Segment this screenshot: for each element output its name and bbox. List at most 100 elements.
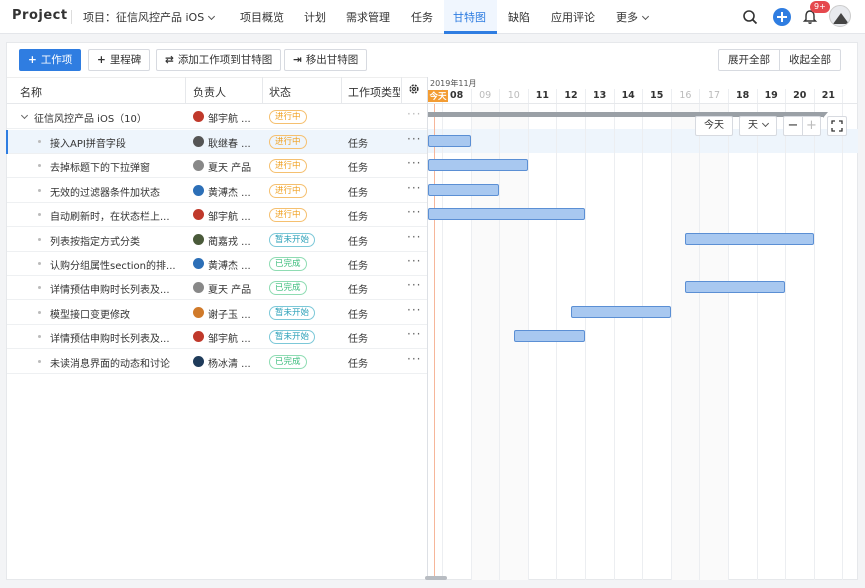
table-row[interactable]: 认购分组属性section的排... 黄溥杰 ... 已完成 任务 ··· bbox=[7, 252, 427, 276]
status-badge[interactable]: 已完成 bbox=[269, 354, 307, 369]
brand-logo[interactable]: Project bbox=[12, 8, 68, 23]
group-row[interactable]: 征信风控产品 iOS（10） 邹宇航 ... 进行中 ··· bbox=[7, 105, 427, 129]
table-row[interactable]: 列表按指定方式分类 蔺嘉戎 ... 暂未开始 任务 ··· bbox=[7, 228, 427, 252]
weekend-column bbox=[700, 104, 729, 580]
task-name[interactable]: 详情预估申购时长列表及... bbox=[50, 330, 180, 345]
more-icon[interactable]: ··· bbox=[407, 254, 421, 268]
more-icon[interactable]: ··· bbox=[407, 107, 421, 121]
status-badge[interactable]: 进行中 bbox=[269, 208, 307, 223]
task-name[interactable]: 未读消息界面的动态和讨论 bbox=[50, 355, 180, 370]
horizontal-scrollbar[interactable] bbox=[425, 576, 447, 580]
status-badge[interactable]: 已完成 bbox=[269, 281, 307, 296]
notification-badge: 9+ bbox=[810, 1, 830, 13]
task-name[interactable]: 自动刷新时，在状态栏上... bbox=[50, 208, 180, 223]
add-work-item-button[interactable]: + 工作项 bbox=[19, 49, 82, 71]
task-bar[interactable] bbox=[513, 330, 585, 343]
task-name[interactable]: 去掉标题下的下拉弹窗 bbox=[50, 159, 180, 174]
task-bar[interactable] bbox=[428, 135, 471, 147]
table-row[interactable]: 模型接口变更修改 谢子玉 ... 暂未开始 任务 ··· bbox=[7, 301, 427, 325]
status-badge[interactable]: 进行中 bbox=[269, 159, 307, 174]
table-row[interactable]: 详情预估申购时长列表及... 夏天 产品 已完成 任务 ··· bbox=[7, 276, 427, 301]
project-selector[interactable]: 项目：征信风控产品 iOS bbox=[83, 9, 216, 25]
more-icon[interactable]: ··· bbox=[407, 230, 421, 244]
task-bar[interactable] bbox=[428, 183, 500, 196]
task-bar[interactable] bbox=[571, 305, 671, 318]
status-badge[interactable]: 暂未开始 bbox=[269, 330, 316, 345]
more-icon[interactable]: ··· bbox=[407, 278, 421, 292]
zoom-in-button[interactable]: + bbox=[802, 117, 820, 135]
column-name[interactable]: 名称 bbox=[20, 84, 42, 100]
user-avatar[interactable] bbox=[829, 5, 851, 27]
chevron-down-icon[interactable] bbox=[20, 111, 29, 120]
status-badge[interactable]: 暂未开始 bbox=[269, 232, 316, 247]
fullscreen-icon[interactable] bbox=[827, 116, 847, 136]
column-type[interactable]: 工作项类型 bbox=[348, 84, 400, 100]
collapse-all-button[interactable]: 收起全部 bbox=[779, 50, 840, 70]
table-row[interactable]: 详情预估申购时长列表及... 邹宇航 ... 暂未开始 任务 ··· bbox=[7, 325, 427, 350]
task-bar[interactable] bbox=[685, 232, 814, 245]
task-bar[interactable] bbox=[685, 281, 786, 294]
task-name[interactable]: 接入API拼音字段 bbox=[50, 135, 180, 150]
task-type: 任务 bbox=[348, 309, 368, 321]
bullet-icon bbox=[38, 310, 41, 314]
today-button[interactable]: 今天 bbox=[695, 116, 733, 136]
add-to-gantt-button[interactable]: ⇄ 添加工作项到甘特图 bbox=[156, 49, 282, 71]
bullet-icon bbox=[38, 164, 41, 168]
task-type: 任务 bbox=[348, 285, 368, 297]
column-status[interactable]: 状态 bbox=[269, 84, 291, 100]
table-row[interactable]: 接入API拼音字段 耿继春 ... 进行中 任务 ··· bbox=[6, 130, 427, 154]
status-badge[interactable]: 进行中 bbox=[269, 183, 307, 198]
task-name[interactable]: 列表按指定方式分类 bbox=[50, 233, 180, 248]
task-bar[interactable] bbox=[428, 208, 585, 221]
nav-tasks[interactable]: 任务 bbox=[411, 9, 433, 25]
scale-select[interactable]: 天 bbox=[739, 116, 777, 136]
task-name[interactable]: 无效的过滤器条件加状态 bbox=[50, 184, 180, 199]
milestone-button[interactable]: + 里程碑 bbox=[88, 49, 151, 71]
more-icon[interactable]: ··· bbox=[407, 156, 421, 170]
add-icon[interactable] bbox=[773, 8, 791, 26]
table-row[interactable]: 未读消息界面的动态和讨论 杨冰清 ... 已完成 任务 ··· bbox=[7, 350, 427, 374]
status-badge[interactable]: 进行中 bbox=[269, 135, 307, 149]
task-type: 任务 bbox=[348, 187, 368, 199]
status-badge[interactable]: 暂未开始 bbox=[269, 305, 316, 320]
more-icon[interactable]: ··· bbox=[407, 352, 421, 366]
more-icon[interactable]: ··· bbox=[407, 132, 421, 146]
nav-defects[interactable]: 缺陷 bbox=[508, 9, 530, 25]
milestone-label: 里程碑 bbox=[109, 54, 142, 66]
expand-all-button[interactable]: 展开全部 bbox=[719, 50, 779, 70]
day-gridline bbox=[613, 89, 615, 580]
nav-overview[interactable]: 项目概览 bbox=[240, 9, 284, 25]
bullet-icon bbox=[38, 286, 41, 290]
group-name: 征信风控产品 iOS（10） bbox=[34, 114, 147, 125]
more-icon[interactable]: ··· bbox=[407, 181, 421, 195]
column-divider[interactable] bbox=[185, 77, 186, 104]
more-icon[interactable]: ··· bbox=[407, 327, 421, 341]
nav-more[interactable]: 更多 bbox=[616, 9, 650, 25]
table-row[interactable]: 无效的过滤器条件加状态 黄溥杰 ... 进行中 任务 ··· bbox=[7, 179, 427, 203]
column-divider[interactable] bbox=[341, 77, 342, 104]
remove-from-gantt-button[interactable]: ⇥ 移出甘特图 bbox=[284, 49, 368, 71]
column-owner[interactable]: 负责人 bbox=[193, 84, 226, 100]
table-row[interactable]: 自动刷新时，在状态栏上... 邹宇航 ... 进行中 任务 ··· bbox=[7, 203, 427, 228]
table-row[interactable]: 去掉标题下的下拉弹窗 夏天 产品 进行中 任务 ··· bbox=[7, 154, 427, 179]
nav-app-reviews[interactable]: 应用评论 bbox=[551, 9, 595, 25]
nav-requirements[interactable]: 需求管理 bbox=[346, 9, 390, 25]
status-badge[interactable]: 已完成 bbox=[269, 257, 307, 271]
day-gridline bbox=[670, 89, 672, 580]
more-icon[interactable]: ··· bbox=[407, 303, 421, 317]
task-owner: 邹宇航 ... bbox=[208, 212, 251, 224]
more-icon[interactable]: ··· bbox=[407, 205, 421, 219]
gear-icon[interactable] bbox=[408, 83, 420, 95]
task-name[interactable]: 详情预估申购时长列表及... bbox=[50, 281, 180, 296]
task-name[interactable]: 模型接口变更修改 bbox=[50, 306, 180, 321]
zoom-out-button[interactable]: − bbox=[784, 117, 802, 135]
task-bar[interactable] bbox=[428, 159, 528, 172]
status-badge: 进行中 bbox=[269, 110, 307, 124]
nav-plan[interactable]: 计划 bbox=[304, 9, 326, 25]
task-name[interactable]: 认购分组属性section的排... bbox=[50, 257, 180, 272]
nav-gantt[interactable]: 甘特图 bbox=[453, 9, 486, 25]
search-icon[interactable] bbox=[742, 9, 758, 25]
column-divider[interactable] bbox=[262, 77, 263, 104]
column-divider[interactable] bbox=[401, 77, 402, 104]
gantt-panel: + 工作项 + 里程碑 ⇄ 添加工作项到甘特图 ⇥ 移出甘特图 展开全部 收起全部 名称… bbox=[6, 42, 858, 580]
